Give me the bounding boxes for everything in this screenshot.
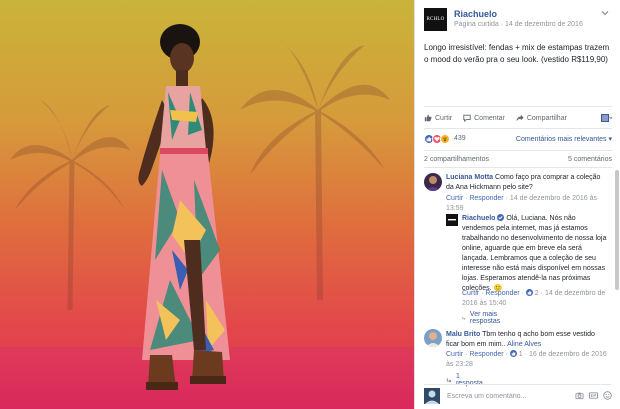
composer-icons bbox=[575, 391, 612, 400]
comment-body: Malu Brito Tbm tenho q acho bom esse ves… bbox=[446, 330, 608, 350]
comment-time[interactable]: 14 de dezembro de 2016 às 15:40 bbox=[462, 290, 605, 307]
comments-sort-dropdown[interactable]: Comentários mais relevantes ▾ bbox=[516, 135, 612, 143]
sticker-icon[interactable] bbox=[603, 391, 612, 400]
comment-like-link[interactable]: Curtir bbox=[446, 351, 463, 358]
share-button[interactable]: Compartilhar bbox=[516, 114, 567, 122]
avatar[interactable] bbox=[446, 214, 458, 226]
shares-count-link[interactable]: 2 compartilhamentos bbox=[424, 156, 489, 163]
comment-reply-link[interactable]: Responder bbox=[469, 351, 503, 358]
avatar[interactable] bbox=[424, 329, 442, 347]
comment-like-count[interactable]: 1 bbox=[519, 351, 523, 358]
post-side-panel: RCHLO Riachuelo Página curtida · 14 de d… bbox=[414, 0, 620, 409]
divider bbox=[424, 167, 612, 168]
chevron-down-icon[interactable] bbox=[600, 8, 610, 18]
comment-meta: Curtir · Responder · 14 de dezembro de 2… bbox=[446, 195, 598, 212]
engagement-counts: 2 compartilhamentos 5 comentários bbox=[424, 156, 612, 163]
camera-icon[interactable] bbox=[575, 391, 584, 400]
comment-like-link[interactable]: Curtir bbox=[462, 290, 479, 297]
comment-body: Luciana Motta Como faço pra comprar a co… bbox=[446, 173, 606, 193]
reaction-count[interactable]: 439 bbox=[454, 135, 466, 142]
reply-arrow-icon bbox=[446, 377, 452, 383]
scrollbar[interactable] bbox=[615, 170, 619, 290]
like-label: Curtir bbox=[435, 114, 453, 122]
view-more-replies-label: Ver mais respostas bbox=[469, 311, 501, 325]
reply-arrow-icon bbox=[462, 316, 466, 320]
gif-icon[interactable] bbox=[589, 391, 598, 400]
reaction-icons[interactable] bbox=[424, 134, 450, 144]
avatar[interactable] bbox=[424, 173, 442, 191]
comment-composer bbox=[424, 388, 612, 404]
divider bbox=[424, 128, 612, 129]
comment-meta: Curtir · Responder · 2 · 14 de dezembro … bbox=[462, 289, 606, 307]
comment-author[interactable]: Riachuelo bbox=[462, 215, 495, 222]
comment-input[interactable] bbox=[447, 389, 587, 403]
comment-reply-link[interactable]: Responder bbox=[469, 195, 503, 202]
meta-source: Página curtida bbox=[454, 21, 499, 28]
like-count-icon bbox=[509, 350, 517, 357]
verified-badge-icon bbox=[497, 214, 505, 221]
page-logo[interactable]: RCHLO bbox=[424, 8, 447, 31]
like-icon bbox=[424, 114, 432, 122]
comment-like-link[interactable]: Curtir bbox=[446, 195, 463, 202]
comment-mention[interactable]: Aline Alves bbox=[507, 341, 541, 348]
model-figure bbox=[138, 24, 230, 390]
comment-like-count[interactable]: 2 bbox=[535, 290, 539, 297]
like-count-icon bbox=[525, 289, 533, 296]
share-icon bbox=[516, 114, 524, 122]
share-label: Compartilhar bbox=[526, 114, 567, 122]
comment-button[interactable]: Comentar bbox=[463, 114, 505, 122]
page-name-link[interactable]: Riachuelo bbox=[454, 9, 497, 19]
comment-body: Riachuelo Olá, Luciana. Nós não vendemos… bbox=[462, 214, 608, 294]
like-button[interactable]: Curtir bbox=[424, 114, 452, 122]
comment-author[interactable]: Malu Brito bbox=[446, 331, 480, 338]
wow-reaction-icon bbox=[440, 134, 450, 144]
post-meta: Página curtida · 14 de dezembro de 2016 bbox=[454, 21, 583, 28]
divider bbox=[424, 106, 612, 107]
comment-text: Olá, Luciana. Nós não vendemos pela inte… bbox=[462, 215, 607, 292]
post-date-link[interactable]: 14 de dezembro de 2016 bbox=[505, 21, 583, 28]
action-bar: Curtir Comentar Compartilhar bbox=[424, 112, 612, 124]
comment-author[interactable]: Luciana Motta bbox=[446, 174, 493, 181]
comment-label: Comentar bbox=[474, 114, 505, 122]
reactions-row: 439 Comentários mais relevantes ▾ bbox=[424, 134, 612, 145]
post-caption: Longo irresistível: fendas + mix de esta… bbox=[424, 43, 610, 64]
view-more-replies-link[interactable]: Ver mais respostas bbox=[462, 311, 503, 325]
post-header: RCHLO Riachuelo Página curtida · 14 de d… bbox=[424, 8, 610, 34]
divider bbox=[424, 150, 612, 151]
flag-icon[interactable] bbox=[601, 114, 612, 122]
post-photo[interactable] bbox=[0, 0, 414, 409]
divider bbox=[424, 384, 612, 385]
comments-count-link[interactable]: 5 comentários bbox=[568, 156, 612, 163]
comment-meta: Curtir · Responder · 1 · 16 de dezembro … bbox=[446, 350, 607, 368]
comment-icon bbox=[463, 114, 471, 122]
current-user-avatar[interactable] bbox=[424, 388, 440, 404]
comment-reply-link[interactable]: Responder bbox=[485, 290, 519, 297]
